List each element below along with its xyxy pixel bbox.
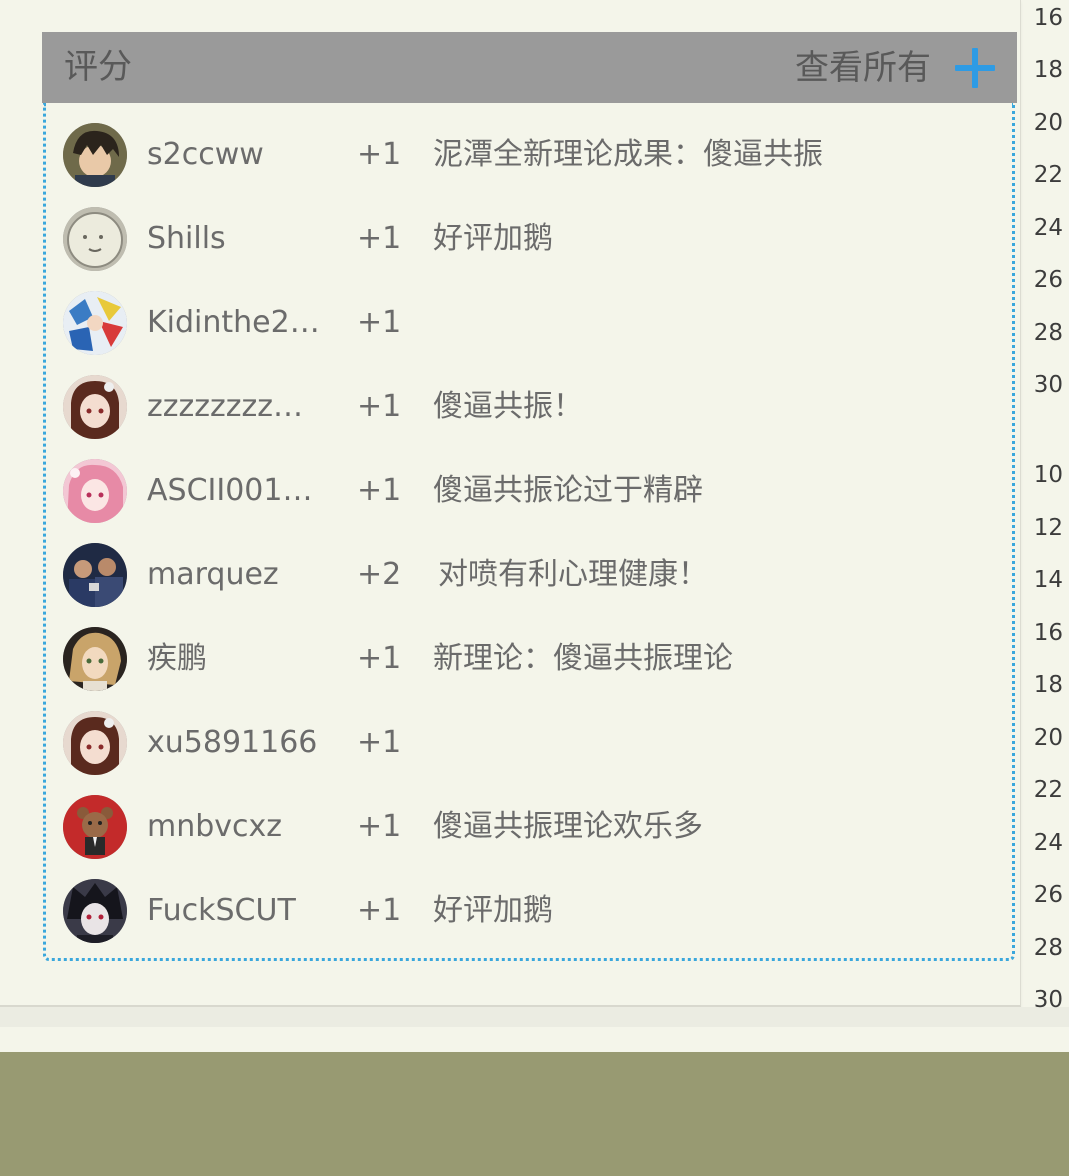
rating-row: mnbvcxz +1 傻逼共振理论欢乐多	[46, 775, 1012, 859]
username-link[interactable]: 疾鹏	[147, 640, 347, 678]
rating-reason: 傻逼共振论过于精辟	[433, 473, 703, 508]
line-number: 30	[1033, 987, 1063, 1013]
line-number: 26	[1033, 267, 1063, 293]
rating-row: marquez +2 对喷有利心理健康！	[46, 523, 1012, 607]
line-number: 22	[1033, 777, 1063, 803]
rating-row: xu5891166 +1	[46, 691, 1012, 775]
username-link[interactable]: ASCII001…	[147, 472, 347, 510]
blonde-anime-avatar-icon[interactable]	[63, 627, 127, 691]
username-link[interactable]: Kidinthe2…	[147, 304, 347, 342]
line-number-gutter: 16 18 20 22 24 26 28 30 10 12 14 16 18 2…	[1020, 0, 1069, 1013]
score-value: +1	[357, 809, 402, 844]
rating-row: FuckSCUT +1 好评加鹅	[46, 859, 1012, 943]
line-number: 14	[1033, 567, 1063, 593]
username-link[interactable]: xu5891166	[147, 724, 347, 762]
rating-reason: 泥潭全新理论成果：傻逼共振	[433, 137, 823, 172]
rating-reason: 好评加鹅	[433, 221, 553, 256]
rating-row: s2ccww +1 泥潭全新理论成果：傻逼共振	[46, 103, 1012, 187]
score-value: +1	[357, 893, 402, 928]
line-number: 16	[1033, 620, 1063, 646]
view-all-label: 查看所有	[795, 47, 931, 88]
masked-anime-avatar-icon[interactable]	[63, 879, 127, 943]
line-number: 12	[1033, 515, 1063, 541]
line-number: 22	[1033, 162, 1063, 188]
view-all-button[interactable]: 查看所有	[795, 32, 1017, 103]
username-link[interactable]: mnbvcxz	[147, 808, 347, 846]
rating-list: s2ccww +1 泥潭全新理论成果：傻逼共振 Shills +1 好评加鹅 K…	[43, 103, 1015, 961]
rating-title: 评分	[64, 47, 132, 87]
line-number: 10	[1033, 462, 1063, 488]
score-value: +2	[357, 557, 402, 592]
rating-reason: 好评加鹅	[433, 893, 553, 928]
colorful-anime-avatar-icon[interactable]	[63, 291, 127, 355]
line-number: 28	[1033, 935, 1063, 961]
rating-row: ASCII001… +1 傻逼共振论过于精辟	[46, 439, 1012, 523]
rating-row: Kidinthe2… +1	[46, 271, 1012, 355]
rating-row: Shills +1 好评加鹅	[46, 187, 1012, 271]
line-number: 30	[1033, 372, 1063, 398]
rating-reason: 新理论：傻逼共振理论	[433, 641, 733, 676]
pink-hair-girl-avatar-icon[interactable]	[63, 459, 127, 523]
score-value: +1	[357, 305, 402, 340]
dark-hair-boy-avatar-icon[interactable]	[63, 123, 127, 187]
rating-row: zzzzzzzz… +1 傻逼共振！	[46, 355, 1012, 439]
line-number: 18	[1033, 672, 1063, 698]
score-value: +1	[357, 137, 402, 172]
footer-band	[0, 1052, 1069, 1176]
content-separator	[0, 1007, 1069, 1027]
score-value: +1	[357, 725, 402, 760]
pale-round-face-avatar-icon[interactable]	[63, 207, 127, 271]
line-number: 28	[1033, 320, 1063, 346]
score-value: +1	[357, 641, 402, 676]
rating-reason: 对喷有利心理健康！	[438, 557, 708, 592]
brown-hair-girl-avatar-icon[interactable]	[63, 711, 127, 775]
brown-hair-girl-avatar-icon[interactable]	[63, 375, 127, 439]
line-number: 26	[1033, 882, 1063, 908]
rating-reason: 傻逼共振理论欢乐多	[433, 809, 703, 844]
score-value: +1	[357, 389, 402, 424]
bear-mascot-avatar-icon[interactable]	[63, 795, 127, 859]
rating-header: 评分 查看所有	[42, 32, 1017, 103]
line-number: 18	[1033, 57, 1063, 83]
rating-reason: 傻逼共振！	[433, 389, 583, 424]
username-link[interactable]: marquez	[147, 556, 347, 594]
rating-row: 疾鹏 +1 新理论：傻逼共振理论	[46, 607, 1012, 691]
username-link[interactable]: zzzzzzzz…	[147, 388, 347, 426]
username-link[interactable]: FuckSCUT	[147, 892, 347, 930]
group-photo-avatar-icon[interactable]	[63, 543, 127, 607]
line-number: 16	[1033, 5, 1063, 31]
plus-icon[interactable]	[955, 47, 995, 88]
username-link[interactable]: s2ccww	[147, 136, 347, 174]
username-link[interactable]: Shills	[147, 220, 347, 258]
line-number: 20	[1033, 110, 1063, 136]
line-number: 24	[1033, 215, 1063, 241]
score-value: +1	[357, 473, 402, 508]
line-number: 20	[1033, 725, 1063, 751]
score-value: +1	[357, 221, 402, 256]
line-number: 24	[1033, 830, 1063, 856]
